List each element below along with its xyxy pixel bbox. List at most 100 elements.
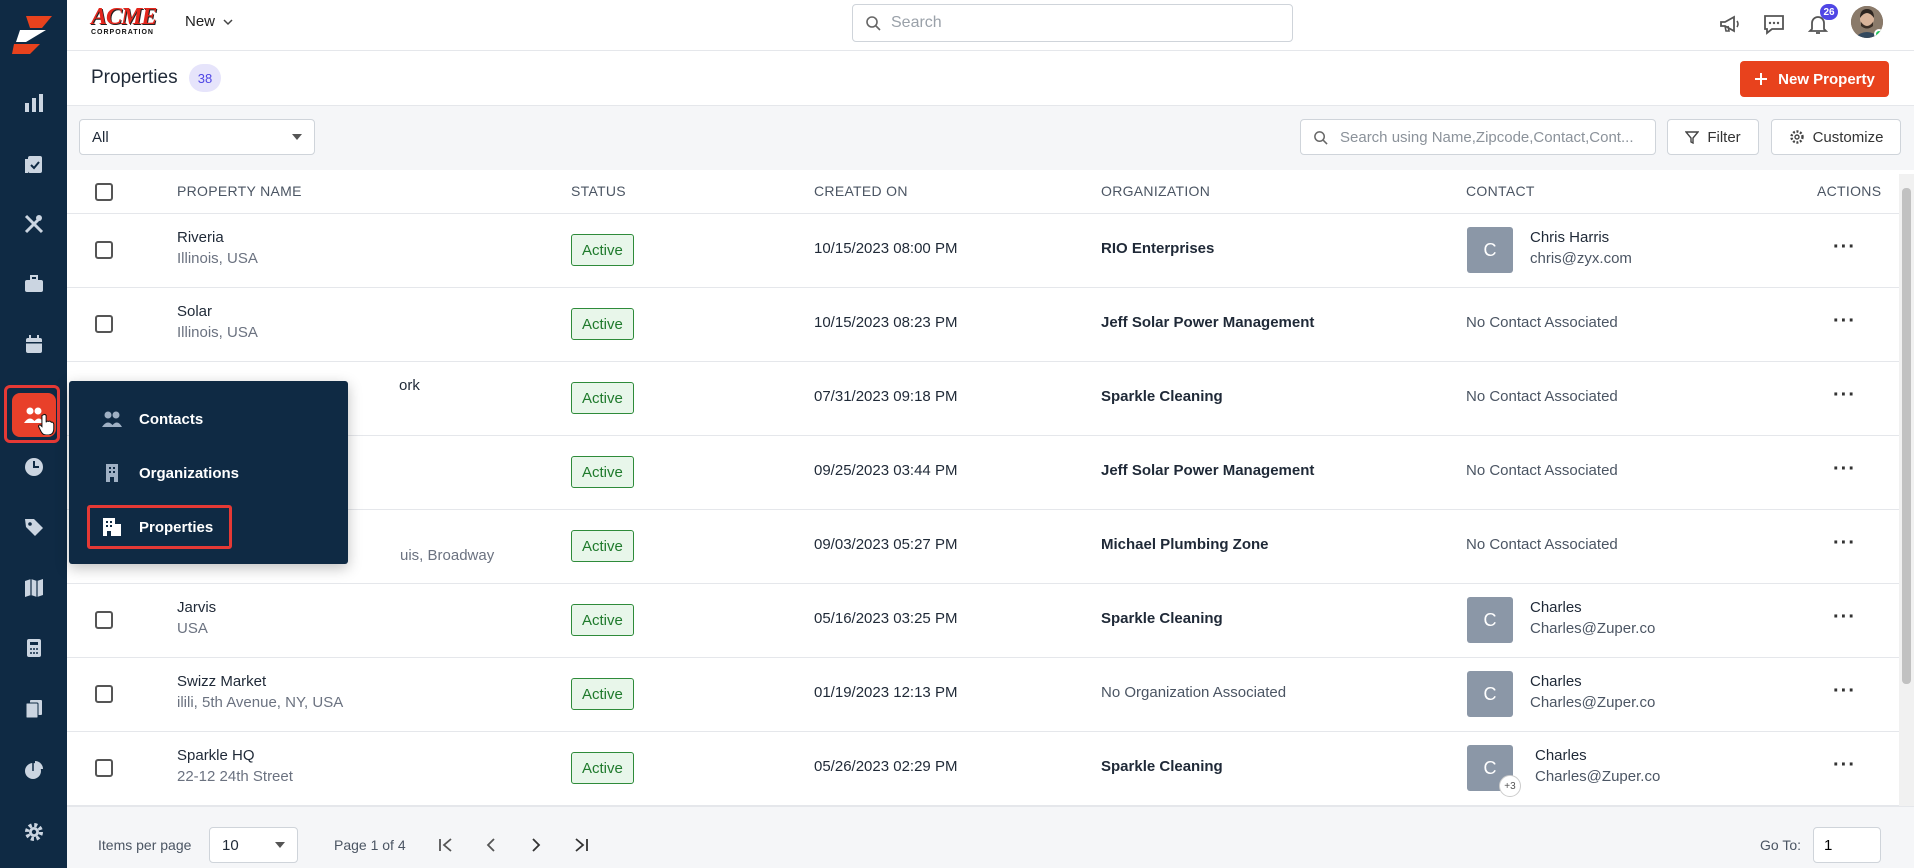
new-menu-label: New (185, 13, 216, 30)
organization-link[interactable]: Sparkle Cleaning (1101, 388, 1223, 405)
table-row[interactable]: Swizz Market ilili, 5th Avenue, NY, USA … (67, 658, 1901, 732)
property-name-cell[interactable]: Sparkle HQ 22-12 24th Street (177, 747, 293, 785)
property-name-cell[interactable]: Swizz Market ilili, 5th Avenue, NY, USA (177, 673, 343, 711)
nav-map[interactable] (0, 564, 67, 612)
organization-link[interactable]: Jeff Solar Power Management (1101, 462, 1314, 479)
nav-customers[interactable] (0, 380, 67, 450)
nav-tags[interactable] (0, 503, 67, 551)
table-row[interactable]: Jarvis USA Active 05/16/2023 03:25 PM Sp… (67, 584, 1901, 658)
items-per-page-select[interactable]: 10 (209, 827, 298, 863)
nav-timesheets[interactable] (0, 443, 67, 491)
goto-page-input[interactable] (1813, 827, 1881, 863)
select-all-checkbox[interactable] (95, 183, 113, 201)
table-scrollbar-thumb[interactable] (1902, 188, 1911, 684)
more-contacts-badge[interactable]: +3 (1499, 775, 1521, 797)
row-actions-menu[interactable]: ··· (1833, 311, 1856, 331)
nav-documents[interactable] (0, 685, 67, 733)
row-checkbox[interactable] (95, 759, 113, 777)
property-name[interactable]: Jarvis (177, 599, 216, 616)
table-row[interactable]: Sparkle HQ 22-12 24th Street Active 05/2… (67, 732, 1901, 806)
property-name-cell[interactable]: Riveria Illinois, USA (177, 229, 258, 267)
notifications-button[interactable]: 26 (1804, 4, 1838, 38)
contact-name[interactable]: Charles (1530, 599, 1655, 616)
row-checkbox[interactable] (95, 685, 113, 703)
flyout-item-properties[interactable]: Properties (87, 505, 232, 549)
contact-cell[interactable]: Chris Harris chris@zyx.com (1530, 229, 1632, 267)
organization-link[interactable]: Jeff Solar Power Management (1101, 314, 1314, 331)
property-name-cell[interactable]: Solar Illinois, USA (177, 303, 258, 341)
table-row[interactable]: Riveria Illinois, USA Active 10/15/2023 … (67, 214, 1901, 288)
filter-button[interactable]: Filter (1667, 119, 1759, 155)
nav-calendar[interactable] (0, 320, 67, 368)
first-page-button[interactable] (434, 833, 458, 857)
announcements-button[interactable] (1716, 10, 1744, 38)
new-property-button[interactable]: New Property (1740, 61, 1889, 97)
property-name[interactable]: Solar (177, 303, 258, 320)
nav-reports[interactable] (0, 79, 67, 127)
property-name[interactable]: Riveria (177, 229, 258, 246)
row-checkbox[interactable] (95, 241, 113, 259)
contact-name[interactable]: Charles (1530, 673, 1655, 690)
no-contact-text: No Contact Associated (1466, 536, 1618, 553)
row-actions-menu[interactable]: ··· (1833, 607, 1856, 627)
nav-tools[interactable] (0, 200, 67, 248)
row-actions-menu[interactable]: ··· (1833, 681, 1856, 701)
contact-name[interactable]: Charles (1535, 747, 1660, 764)
property-name-cell[interactable]: uis, Broadway (400, 547, 494, 564)
new-menu-button[interactable]: New (185, 13, 233, 30)
customers-bubble (11, 393, 56, 437)
contact-cell[interactable]: Charles Charles@Zuper.co (1530, 599, 1655, 637)
header-contact[interactable]: CONTACT (1466, 183, 1535, 199)
contact-cell[interactable]: Charles Charles@Zuper.co (1535, 747, 1660, 785)
next-page-button[interactable] (524, 833, 548, 857)
row-actions-menu[interactable]: ··· (1833, 755, 1856, 775)
row-actions-menu[interactable]: ··· (1833, 385, 1856, 405)
row-actions-menu[interactable]: ··· (1833, 237, 1856, 257)
header-organization[interactable]: ORGANIZATION (1101, 183, 1210, 199)
contact-avatar: C (1467, 227, 1513, 273)
goto-label: Go To: (1760, 837, 1801, 853)
row-actions-menu[interactable]: ··· (1833, 533, 1856, 553)
global-search[interactable] (852, 4, 1293, 42)
chat-button[interactable] (1760, 10, 1788, 38)
row-checkbox[interactable] (95, 611, 113, 629)
customize-button[interactable]: Customize (1771, 119, 1901, 155)
nav-briefcase[interactable] (0, 260, 67, 308)
header-status[interactable]: STATUS (571, 183, 626, 199)
property-name-cell[interactable]: Jarvis USA (177, 599, 216, 637)
last-page-button[interactable] (569, 833, 593, 857)
brand-logo[interactable]: ACME CORPORATION (91, 5, 163, 38)
prev-page-button[interactable] (479, 833, 503, 857)
user-avatar[interactable] (1851, 6, 1883, 38)
table-search-input[interactable] (1340, 128, 1650, 146)
table-row[interactable]: Solar Illinois, USA Active 10/15/2023 08… (67, 288, 1901, 362)
top-bar: ACME CORPORATION New 26 (67, 0, 1914, 51)
property-name[interactable]: Swizz Market (177, 673, 343, 690)
global-search-input[interactable] (891, 14, 1271, 32)
property-name[interactable]: ork (399, 377, 420, 394)
no-contact-text: No Contact Associated (1466, 462, 1618, 479)
nav-invoices[interactable] (0, 624, 67, 672)
property-name-cell[interactable]: ork (399, 377, 420, 394)
hand-cursor-icon (37, 413, 54, 435)
table-search[interactable] (1300, 119, 1656, 155)
view-select[interactable]: All (79, 119, 315, 155)
organization-link[interactable]: RIO Enterprises (1101, 240, 1214, 257)
nav-analytics[interactable] (0, 746, 67, 794)
property-name[interactable]: Sparkle HQ (177, 747, 293, 764)
organization-link[interactable]: Sparkle Cleaning (1101, 610, 1223, 627)
row-actions-menu[interactable]: ··· (1833, 459, 1856, 479)
flyout-item-organizations[interactable]: Organizations (87, 451, 327, 495)
contact-name[interactable]: Chris Harris (1530, 229, 1632, 246)
contact-cell[interactable]: Charles Charles@Zuper.co (1530, 673, 1655, 711)
nav-jobs[interactable] (0, 140, 67, 188)
organization-link[interactable]: Sparkle Cleaning (1101, 758, 1223, 775)
header-property-name[interactable]: PROPERTY NAME (177, 183, 302, 199)
app-logo-icon[interactable] (12, 14, 54, 56)
header-created-on[interactable]: CREATED ON (814, 183, 908, 199)
organization-link[interactable]: Michael Plumbing Zone (1101, 536, 1269, 553)
nav-settings[interactable] (0, 808, 67, 856)
flyout-item-contacts[interactable]: Contacts (87, 397, 327, 441)
property-address: USA (177, 620, 208, 637)
row-checkbox[interactable] (95, 315, 113, 333)
